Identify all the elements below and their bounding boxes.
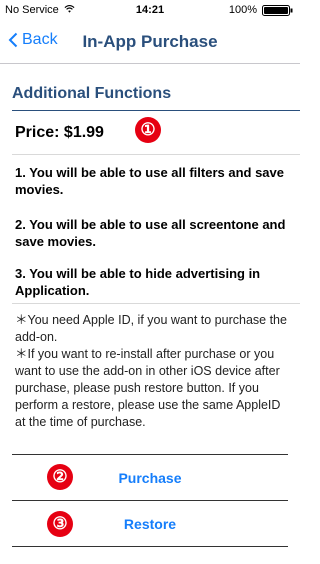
feature-item: 2. You will be able to use all screenton… (15, 217, 286, 249)
feature-item: 1. You will be able to use all filters a… (15, 165, 285, 197)
section-header: Additional Functions (12, 85, 172, 102)
status-bar: No Service 14:21 100% (0, 0, 300, 20)
note-text: ＊You need Apple ID, if you want to purch… (15, 313, 287, 344)
note-text: ＊If you want to re-install after purchas… (15, 347, 281, 429)
price-label: Price: $1.99 (15, 124, 104, 141)
action-divider (12, 546, 288, 547)
feature-divider (12, 303, 300, 304)
action-divider (12, 454, 288, 455)
callout-marker-1: ① (135, 117, 161, 143)
feature-item: 3. You will be able to hide advertising … (15, 266, 261, 298)
callout-marker-2: ② (47, 464, 73, 490)
page-title: In-App Purchase (82, 32, 218, 51)
navigation-bar: Back In-App Purchase (0, 20, 300, 64)
callout-marker-3: ③ (47, 511, 73, 537)
action-divider (12, 500, 288, 501)
battery-icon (262, 5, 293, 16)
battery-percentage: 100% (228, 4, 257, 16)
